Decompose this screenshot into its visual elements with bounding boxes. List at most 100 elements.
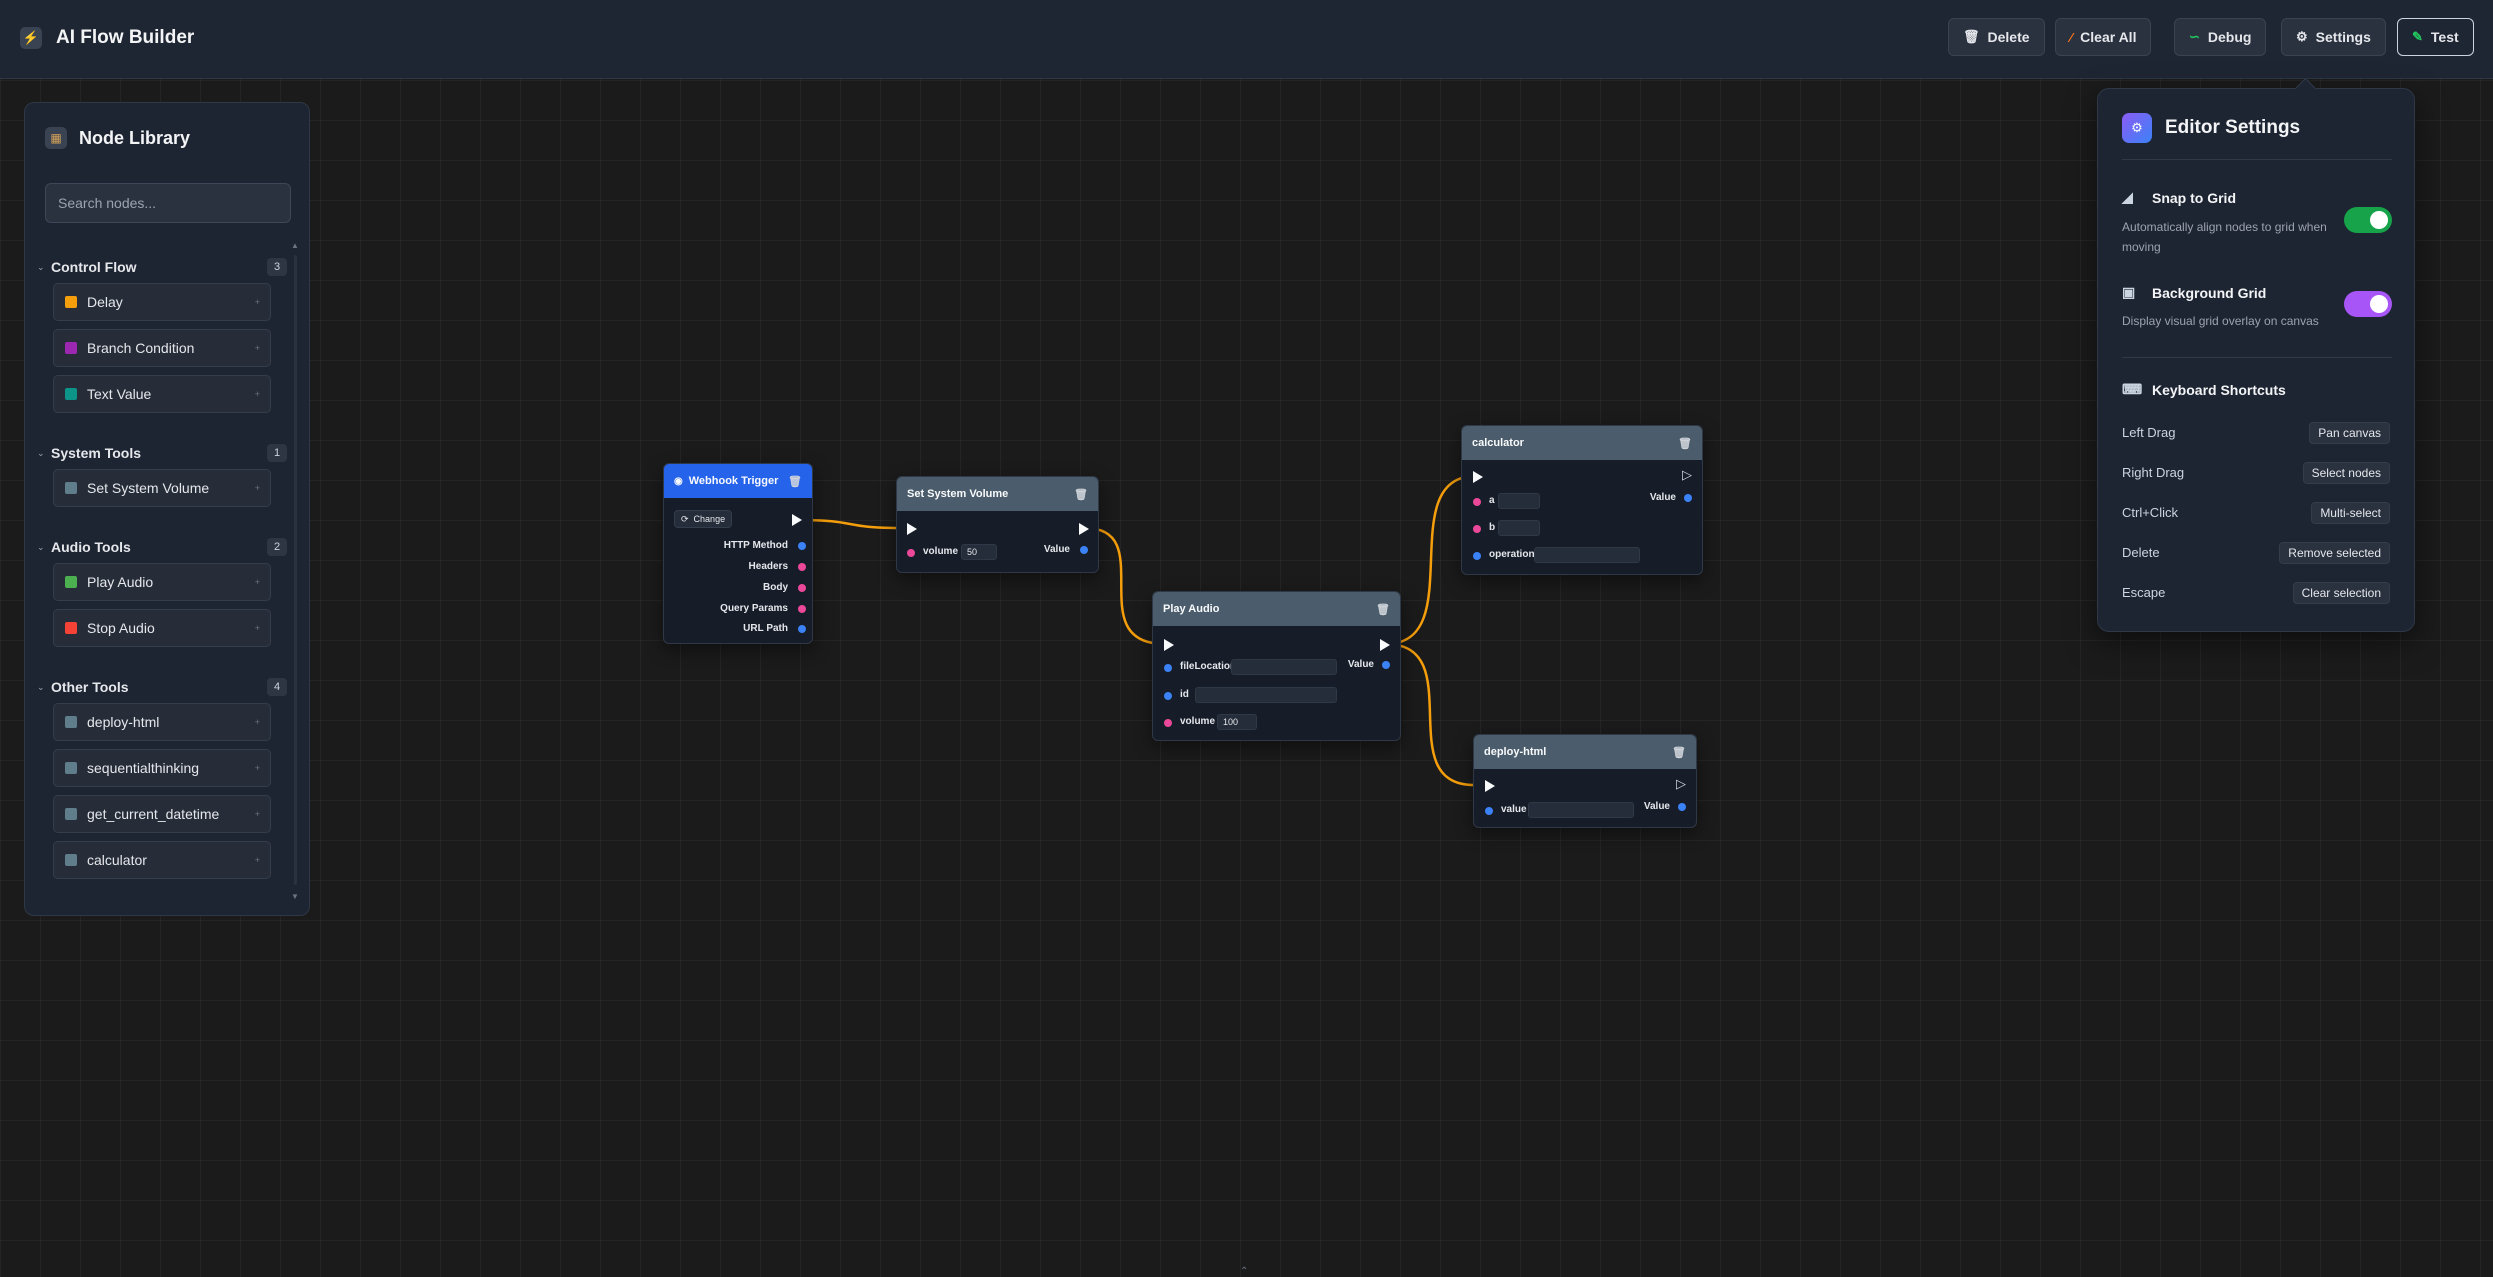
b-input[interactable] [1498,520,1540,536]
node-header[interactable]: Play Audio 🗑 [1153,592,1400,626]
category-header[interactable]: ⌄ System Tools 1 [37,441,287,465]
node-library-title: Node Library [79,127,191,148]
category-header[interactable]: ⌄ Control Flow 3 [37,255,287,279]
node-color-swatch [65,622,77,634]
volume-input[interactable]: 50 [961,544,997,560]
library-item-stop-audio[interactable]: Stop Audio + [53,609,271,647]
scroll-up-icon[interactable]: ▲ [291,241,299,250]
node-calculator[interactable]: calculator 🗑 ▷ Value a b operation [1461,425,1703,575]
scrollbar-track[interactable] [294,255,297,885]
output-label: Value [1649,492,1676,503]
library-item-set-system-volume[interactable]: Set System Volume + [53,469,271,507]
divider [2122,357,2392,358]
category-other-tools: ⌄ Other Tools 4 [37,675,287,699]
toggle-knob [2370,211,2388,229]
output-label: Body [763,582,788,593]
value-input[interactable] [1528,802,1634,818]
search-nodes-input[interactable] [45,183,291,223]
exec-input-pin[interactable] [1164,639,1174,651]
trash-icon[interactable]: 🗑 [1074,488,1088,501]
output-pin-http-method[interactable] [798,542,806,550]
delete-button[interactable]: 🗑 Delete [1948,18,2045,56]
output-pin-value[interactable] [1382,661,1390,669]
output-pin-headers[interactable] [798,563,806,571]
trash-icon[interactable]: 🗑 [1376,603,1390,616]
input-pin-filelocation[interactable] [1164,664,1172,672]
operation-input[interactable] [1534,547,1640,563]
exec-output-pin[interactable] [792,514,802,526]
exec-input-pin[interactable] [1485,780,1495,792]
library-item-play-audio[interactable]: Play Audio + [53,563,271,601]
id-input[interactable] [1195,687,1337,703]
trash-icon[interactable]: 🗑 [1672,746,1686,759]
output-pin-body[interactable] [798,584,806,592]
output-label: Value [1043,544,1070,555]
collapse-handle-icon[interactable]: ⌃ [1240,1266,1248,1277]
input-label: operation [1489,549,1535,560]
input-pin-value[interactable] [1485,807,1493,815]
node-deploy-html[interactable]: deploy-html 🗑 ▷ value Value [1473,734,1697,828]
delete-button-label: Delete [1987,29,2030,45]
clear-all-button[interactable]: ⁄ Clear All [2055,18,2152,56]
snap-to-grid-toggle[interactable] [2344,207,2392,233]
library-item-get-current-datetime[interactable]: get_current_datetime + [53,795,271,833]
change-trigger-button[interactable]: ⟳ Change [674,510,733,528]
input-pin-volume[interactable] [907,549,915,557]
node-header[interactable]: Set System Volume 🗑 [897,477,1098,511]
node-header[interactable]: deploy-html 🗑 [1474,735,1696,769]
input-pin-id[interactable] [1164,692,1172,700]
library-item-delay[interactable]: Delay + [53,283,271,321]
a-input[interactable] [1498,493,1540,509]
library-item-deploy-html[interactable]: deploy-html + [53,703,271,741]
exec-output-pin-hollow[interactable]: ▷ [1676,776,1686,792]
exec-input-pin[interactable] [1473,471,1483,483]
library-item-branch-condition[interactable]: Branch Condition + [53,329,271,367]
category-header[interactable]: ⌄ Audio Tools 2 [37,535,287,559]
scroll-down-icon[interactable]: ▼ [291,892,299,901]
library-item-label: get_current_datetime [87,806,220,822]
library-item-text-value[interactable]: Text Value + [53,375,271,413]
exec-output-pin-hollow[interactable]: ▷ [1682,467,1692,483]
library-scrollbar[interactable]: ▲ ▼ [291,241,299,901]
input-pin-operation[interactable] [1473,552,1481,560]
test-button[interactable]: ✎ Test [2397,18,2474,56]
input-pin-volume[interactable] [1164,719,1172,727]
category-header[interactable]: ⌄ Other Tools 4 [37,675,287,699]
keyboard-icon: ⌨ [2122,381,2143,397]
shortcut-name: Delete [2122,545,2160,560]
node-header[interactable]: ◉ Webhook Trigger 🗑 [664,464,812,498]
background-grid-toggle[interactable] [2344,291,2392,317]
library-item-sequentialthinking[interactable]: sequentialthinking + [53,749,271,787]
add-icon: + [254,389,260,399]
debug-button[interactable]: ∽ Debug [2174,18,2267,56]
trash-icon[interactable]: 🗑 [788,475,802,488]
library-item-calculator[interactable]: calculator + [53,841,271,879]
output-pin-query-params[interactable] [798,605,806,613]
trash-icon[interactable]: 🗑 [1678,437,1692,450]
settings-title: Editor Settings [2165,117,2301,138]
ruler-icon: ◢ [2122,189,2133,205]
input-pin-b[interactable] [1473,525,1481,533]
output-pin-value[interactable] [1678,803,1686,811]
settings-icon: ⚙ [2122,113,2152,143]
output-pin-value[interactable] [1684,494,1692,502]
exec-input-pin[interactable] [907,523,917,535]
input-pin-a[interactable] [1473,498,1481,506]
category-count-badge: 1 [267,444,287,462]
node-webhook-trigger[interactable]: ◉ Webhook Trigger 🗑 ⟳ Change HTTP Method… [663,463,813,644]
output-pin-value[interactable] [1080,546,1088,554]
node-header[interactable]: calculator 🗑 [1462,426,1702,460]
exec-output-pin[interactable] [1079,523,1089,535]
library-item-label: deploy-html [87,714,160,730]
node-title: Play Audio [1163,603,1220,615]
filelocation-input[interactable] [1231,659,1337,675]
output-pin-url-path[interactable] [798,625,806,633]
volume-input[interactable]: 100 [1217,714,1257,730]
node-set-system-volume[interactable]: Set System Volume 🗑 volume 50 Value [896,476,1099,573]
add-icon: + [254,809,260,819]
settings-button[interactable]: ⚙ Settings [2281,18,2386,56]
gear-icon: ⚙ [2296,29,2308,44]
exec-output-pin[interactable] [1380,639,1390,651]
node-play-audio[interactable]: Play Audio 🗑 Value fileLocation id volum… [1152,591,1401,741]
node-library-header: ▦ Node Library [45,127,190,149]
